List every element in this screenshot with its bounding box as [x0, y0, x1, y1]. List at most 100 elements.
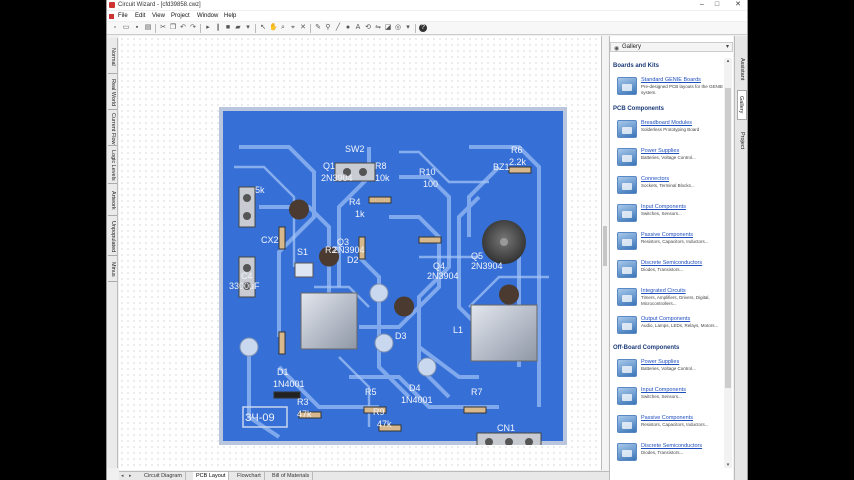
gallery-item[interactable]: Passive Components Resistors, Capacitors,… — [617, 230, 729, 254]
pcb-canvas[interactable]: SW2 R6 2.2k Q1 2N3904 R8 10k R10 100 BZ1 R4 1k 5k CX2… — [119, 36, 602, 470]
help-icon[interactable]: ? — [419, 24, 427, 32]
gallery-item[interactable]: Input Components Switches, Sensors... — [617, 202, 729, 226]
mirror-icon[interactable]: ⇋ — [374, 24, 382, 32]
gallery-item-name[interactable]: Discrete Semiconductors — [641, 260, 702, 266]
right-side-tabs: Assistant Gallery Project — [734, 36, 747, 480]
pen-icon[interactable]: ✎ — [314, 24, 322, 32]
gallery-item[interactable]: Passive Components Resistors, Capacitors,… — [617, 413, 729, 437]
tab-assistant[interactable]: Assistant — [737, 54, 747, 84]
hand-icon[interactable]: ✋ — [269, 24, 278, 32]
zoom-icon[interactable]: ⌕ — [279, 24, 287, 32]
canvas-vertical-scrollbar[interactable] — [602, 36, 608, 470]
gallery-item[interactable]: Discrete Semiconductors Diodes, Transisto… — [617, 258, 729, 282]
tab-real-world[interactable]: Real World — [108, 76, 117, 110]
print-icon[interactable]: ▤ — [144, 24, 152, 32]
tab-unpopulated[interactable]: Unpopulated — [108, 218, 117, 256]
wire-icon[interactable]: ╱ — [334, 24, 342, 32]
gallery-header[interactable]: ◉ Gallery ▾ — [610, 42, 733, 52]
menu-window[interactable]: Window — [197, 11, 218, 21]
menu-edit[interactable]: Edit — [135, 11, 145, 21]
tab-current-flow[interactable]: Current Flow — [108, 112, 117, 146]
gallery-item-name[interactable]: Power Supplies — [641, 359, 679, 365]
probe-icon[interactable]: ⚲ — [324, 24, 332, 32]
play-icon[interactable]: ▸ — [204, 24, 212, 32]
gallery-item-name[interactable]: Standard GENIE Boards — [641, 77, 701, 83]
gallery-item[interactable]: Power Supplies Batteries, Voltage Control… — [617, 146, 729, 170]
cut-icon[interactable]: ✂ — [159, 24, 167, 32]
gallery-item-name[interactable]: Passive Components — [641, 415, 693, 421]
tab-flowchart[interactable]: Flowchart — [234, 472, 265, 480]
gallery-item-name[interactable]: Breadboard Modules — [641, 120, 692, 126]
rotate-icon[interactable]: ⟲ — [364, 24, 372, 32]
undo-icon[interactable]: ↶ — [179, 24, 187, 32]
menu-project[interactable]: Project — [171, 11, 190, 21]
pcb-label: CN1 — [497, 423, 515, 433]
tab-circuit-diagram[interactable]: Circuit Diagram — [141, 472, 186, 480]
gallery-item-name[interactable]: Input Components — [641, 387, 686, 393]
gallery-item[interactable]: Breadboard Modules Solderless Prototyping… — [617, 118, 729, 142]
pause-icon[interactable]: ❙ — [214, 24, 222, 32]
gallery-item[interactable]: Connectors Sockets, Terminal Blocks... — [617, 174, 729, 198]
tab-gallery[interactable]: Gallery — [737, 90, 747, 120]
gallery-item-name[interactable]: Power Supplies — [641, 148, 679, 154]
text-icon[interactable]: A — [354, 24, 362, 32]
gallery-item[interactable]: Integrated Circuits Timers, Amplifiers, D… — [617, 286, 729, 310]
gallery-item-description: Timers, Amplifiers, Drivers, Digital, Mi… — [641, 295, 710, 306]
meter-icon[interactable]: ◎ — [394, 24, 402, 32]
gallery-item-name[interactable]: Passive Components — [641, 232, 693, 238]
pcb-label: R5 — [365, 387, 377, 397]
gallery-item-name[interactable]: Discrete Semiconductors — [641, 443, 702, 449]
gallery-item[interactable]: Output Components Audio, Lamps, LEDs, Rel… — [617, 314, 729, 338]
pcb-label: D2 — [347, 255, 359, 265]
redo-icon[interactable]: ↷ — [189, 24, 197, 32]
tab-pcb-layout[interactable]: PCB Layout — [193, 472, 230, 480]
tab-minus[interactable]: Minus — [108, 258, 117, 282]
tab-scroll-left-icon[interactable]: ◂ — [121, 472, 124, 480]
gallery-item-name[interactable]: Output Components — [641, 316, 690, 322]
maximize-icon[interactable]: □ — [710, 0, 724, 10]
tab-artwork[interactable]: Artwork — [108, 186, 117, 216]
close-icon[interactable]: ✕ — [731, 0, 745, 10]
copy-icon[interactable]: ❐ — [169, 24, 177, 32]
gallery-item-name[interactable]: Input Components — [641, 204, 686, 210]
new-icon[interactable]: ▫ — [111, 24, 119, 32]
tab-scroll-right-icon[interactable]: ▸ — [129, 472, 132, 480]
stop-icon[interactable]: ■ — [224, 24, 232, 32]
component-icon[interactable]: ▰ — [234, 24, 242, 32]
menu-file[interactable]: File — [118, 11, 128, 21]
gallery-item-name[interactable]: Connectors — [641, 176, 669, 182]
options-icon[interactable]: ▾ — [404, 24, 412, 32]
chevron-down-icon[interactable]: ▾ — [726, 43, 729, 52]
delete-icon[interactable]: ✕ — [299, 24, 307, 32]
zoom-fit-icon[interactable]: ⌖ — [289, 24, 297, 32]
gallery-item-name[interactable]: Integrated Circuits — [641, 288, 686, 294]
dropdown-icon[interactable]: ▾ — [244, 24, 252, 32]
gallery-item-description: Diodes, Transistors... — [641, 450, 684, 455]
tab-bill-of-materials[interactable]: Bill of Materials — [269, 472, 314, 480]
pcb-label: R7 — [471, 387, 483, 397]
canvas-scroll-thumb[interactable] — [603, 226, 607, 266]
gallery-item[interactable]: Input Components Switches, Sensors... — [617, 385, 729, 409]
gallery-item[interactable]: Standard GENIE Boards Pre-designed PCB la… — [617, 75, 729, 99]
open-icon[interactable]: ▭ — [122, 24, 130, 32]
save-icon[interactable]: ▪ — [133, 24, 141, 32]
gallery-scroll-thumb[interactable] — [725, 88, 731, 388]
menu-help[interactable]: Help — [224, 11, 236, 21]
pcb-board[interactable]: SW2 R6 2.2k Q1 2N3904 R8 10k R10 100 BZ1 R4 1k 5k CX2… — [219, 107, 567, 445]
gallery-scrollbar[interactable]: ▴ ▾ — [724, 58, 732, 468]
tab-logic-levels[interactable]: Logic Levels — [108, 148, 117, 184]
gallery-item[interactable]: Discrete Semiconductors Diodes, Transisto… — [617, 441, 729, 465]
minimize-icon[interactable]: – — [695, 0, 709, 10]
tab-normal[interactable]: Normal — [108, 40, 117, 74]
doc-icon[interactable] — [109, 14, 114, 19]
junction-icon[interactable]: ● — [344, 24, 352, 32]
pointer-icon[interactable]: ↖ — [259, 24, 267, 32]
pcb-label: 47k — [297, 409, 312, 419]
gallery-item[interactable]: Power Supplies Batteries, Voltage Control… — [617, 357, 729, 381]
menu-view[interactable]: View — [152, 11, 165, 21]
pcb-label: 1N4001 — [273, 379, 305, 389]
graph-icon[interactable]: ◪ — [384, 24, 392, 32]
scroll-down-icon[interactable]: ▾ — [724, 462, 732, 468]
tab-project[interactable]: Project — [737, 126, 747, 156]
scroll-up-icon[interactable]: ▴ — [724, 58, 732, 64]
